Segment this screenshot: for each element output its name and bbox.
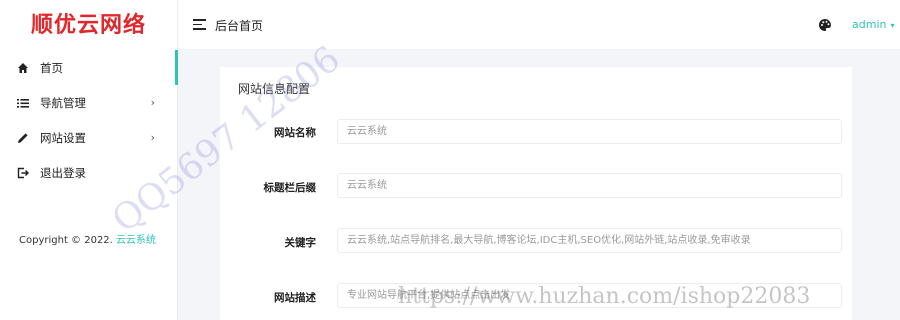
sidebar-item-home[interactable]: 首页 xyxy=(0,50,178,85)
keywords-label: 关键字 xyxy=(284,237,317,249)
chevron-right-icon: › xyxy=(150,131,155,144)
list-icon xyxy=(17,97,29,109)
sidebar-item-site-settings[interactable]: 网站设置 › xyxy=(0,120,177,155)
sidebar: 顺优云网络 首页 导航管理 › 网站设置 › 退出登录 Copyright © … xyxy=(0,0,178,320)
sidebar-item-label: 导航管理 xyxy=(40,95,86,110)
sidebar-item-label: 首页 xyxy=(40,60,63,75)
caret-down-icon: ▾ xyxy=(890,21,895,30)
sidebar-item-label: 网站设置 xyxy=(40,130,86,145)
menu-toggle-icon[interactable] xyxy=(193,19,206,30)
logout-icon xyxy=(17,167,29,179)
title-suffix-label: 标题栏后缀 xyxy=(263,182,317,194)
copyright-brand-link[interactable]: 云云系统 xyxy=(116,235,156,246)
pencil-icon xyxy=(17,132,29,144)
keywords-input[interactable] xyxy=(337,228,842,253)
palette-icon[interactable] xyxy=(818,17,832,31)
username: admin xyxy=(852,18,887,31)
home-icon xyxy=(17,62,29,74)
sidebar-item-nav-management[interactable]: 导航管理 › xyxy=(0,85,177,120)
user-menu[interactable]: admin ▾ xyxy=(852,18,894,31)
top-header: 后台首页 admin ▾ xyxy=(178,0,900,49)
site-config-card: 网站信息配置 网站名称 标题栏后缀 关键字 网站描述 xyxy=(220,67,852,320)
title-suffix-input[interactable] xyxy=(337,173,842,198)
logo[interactable]: 顺优云网络 xyxy=(0,0,177,46)
site-description-label: 网站描述 xyxy=(274,292,316,304)
site-name-input[interactable] xyxy=(337,119,842,144)
copyright-text: Copyright © 2022. xyxy=(19,235,113,246)
url-watermark: https://www.huzhan.com/ishop22083 xyxy=(398,284,811,309)
chevron-right-icon: › xyxy=(150,96,155,109)
sidebar-item-label: 退出登录 xyxy=(40,165,86,180)
page-title: 后台首页 xyxy=(215,19,264,33)
